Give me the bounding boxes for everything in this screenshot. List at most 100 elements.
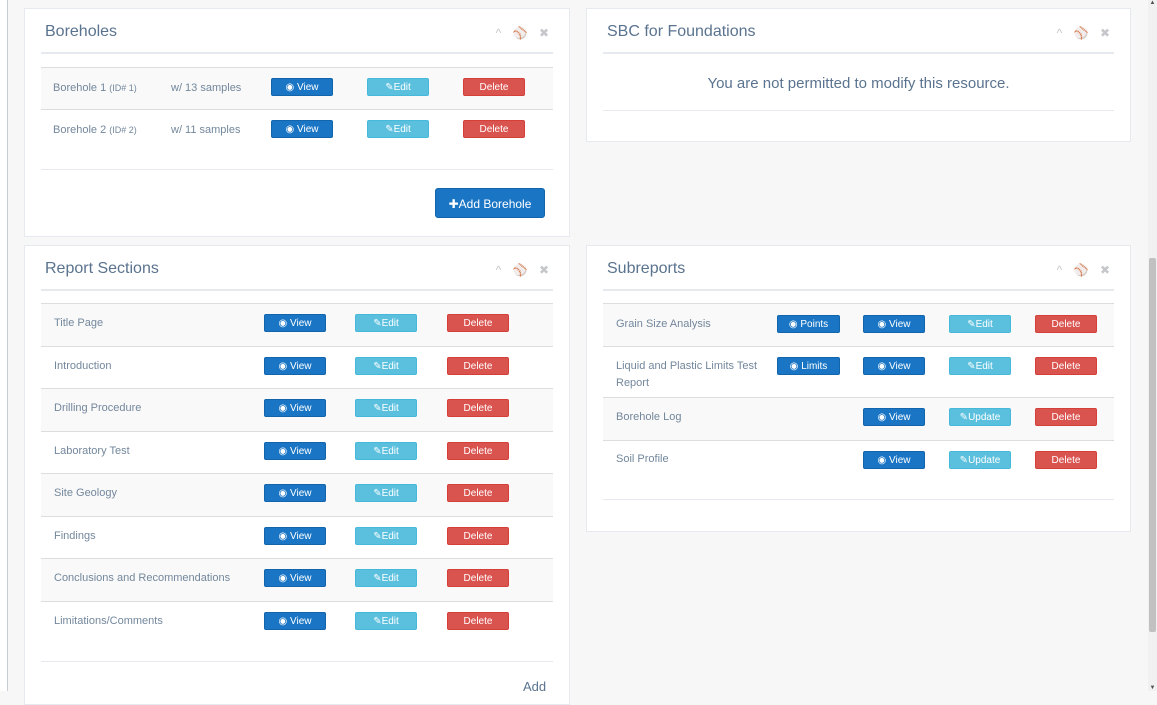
delete-button[interactable]: Delete [447,569,509,587]
edit-button[interactable]: ✎Edit [355,484,417,502]
table-row: Soil Profile ◉ View ✎Update Delete [603,440,1114,483]
wrench-icon[interactable]: ⚾ [1074,263,1093,277]
view-button[interactable]: ◉ View [264,526,326,545]
view-button[interactable]: ◉ View [264,356,326,375]
edit-button[interactable]: ✎Edit [355,611,417,630]
section-name: Introduction [54,359,112,372]
chevron-up-icon[interactable]: ^ [496,26,506,40]
close-icon[interactable]: ✖ [539,263,553,277]
update-button[interactable]: ✎Update [949,408,1011,426]
delete-button[interactable]: Delete [447,441,509,460]
chevron-up-icon[interactable]: ^ [1057,26,1067,40]
delete-button[interactable]: Delete [463,78,525,96]
eye-icon: ◉ [789,361,799,372]
section-name: Conclusions and Recommendations [54,572,231,584]
edit-button[interactable]: ✎Edit [949,357,1011,375]
pencil-icon: ✎ [373,403,382,414]
delete-button[interactable]: Delete [447,399,509,417]
view-button[interactable]: ◉ View [863,451,925,469]
scroll-down-icon[interactable]: ▼ [1149,685,1156,691]
window-left-edge [0,0,8,691]
report-sections-panel: Report Sections ^ ⚾ ✖ Title Page ◉ View ✎E… [24,245,570,705]
view-button[interactable]: ◉ View [264,611,326,630]
panel-divider [41,289,553,291]
table-row: Laboratory Test ◉ View ✎Edit Delete [41,430,553,474]
add-section-link[interactable]: Add [523,679,546,694]
eye-icon: ◉ [278,360,288,372]
edit-button[interactable]: ✎Edit [355,526,417,545]
wrench-icon[interactable]: ⚾ [513,263,532,277]
edit-button[interactable]: ✎Edit [355,314,417,332]
edit-button[interactable]: ✎Edit [355,399,417,417]
edit-button[interactable]: ✎Edit [367,78,429,96]
scrollbar-thumb[interactable] [1149,258,1156,632]
delete-button[interactable]: Delete [1035,451,1097,469]
report-sections-title: Report Sections [45,260,159,277]
table-row: Limitations/Comments ◉ View ✎Edit Delete [41,600,553,644]
edit-button[interactable]: ✎Edit [355,356,417,375]
wrench-icon[interactable]: ⚾ [513,26,532,40]
pencil-icon: ✎ [373,530,382,542]
panel-tools: ^ ⚾ ✖ [496,26,553,40]
table-row: Site Geology ◉ View ✎Edit Delete [41,473,553,516]
eye-icon: ◉ [877,319,887,330]
borehole-id: (ID# 1) [109,83,137,93]
scrollbar[interactable]: ▲ ▼ [1148,0,1157,691]
table-row: Borehole Log ◉ View ✎Update Delete [603,397,1114,440]
eye-icon: ◉ [877,412,887,423]
view-button[interactable]: ◉ View [264,314,326,332]
pencil-icon: ✎ [959,412,969,423]
delete-button[interactable]: Delete [447,484,509,502]
delete-button[interactable]: Delete [447,611,509,630]
view-button[interactable]: ◉ View [863,315,925,333]
eye-icon: ◉ [278,445,288,457]
eye-icon: ◉ [877,455,887,466]
delete-button[interactable]: Delete [447,356,509,375]
delete-button[interactable]: Delete [1035,357,1097,375]
update-button[interactable]: ✎Update [949,451,1011,469]
panel-bottom-rule [603,110,1114,111]
delete-button[interactable]: Delete [447,526,509,545]
delete-button[interactable]: Delete [463,120,525,138]
panel-tools: ^ ⚾ ✖ [1057,26,1114,40]
scroll-up-icon[interactable]: ▲ [1149,0,1156,6]
delete-button[interactable]: Delete [1035,315,1097,333]
view-button[interactable]: ◉ View [863,408,925,426]
pencil-icon: ✎ [373,360,382,372]
wrench-icon[interactable]: ⚾ [1074,26,1093,40]
panel-divider [603,289,1114,291]
panel-tools: ^ ⚾ ✖ [1057,263,1114,277]
eye-icon: ◉ [788,319,798,330]
close-icon[interactable]: ✖ [1100,263,1114,277]
eye-icon: ◉ [285,124,295,135]
view-button[interactable]: ◉ View [271,78,333,96]
panel-tools: ^ ⚾ ✖ [496,263,553,277]
view-button[interactable]: ◉ View [264,484,326,502]
points-button[interactable]: ◉ Points [777,315,840,333]
edit-button[interactable]: ✎Edit [355,569,417,587]
add-borehole-button[interactable]: ✚Add Borehole [435,188,545,218]
chevron-up-icon[interactable]: ^ [496,263,506,277]
limits-button[interactable]: ◉ Limits [777,357,840,375]
edit-button[interactable]: ✎Edit [949,315,1011,333]
view-button[interactable]: ◉ View [264,569,326,587]
close-icon[interactable]: ✖ [1100,26,1114,40]
pencil-icon: ✎ [385,82,394,93]
view-button[interactable]: ◉ View [271,120,333,138]
borehole-samples: w/ 11 samples [171,124,241,136]
section-name: Laboratory Test [54,444,130,457]
table-row: Introduction ◉ View ✎Edit Delete [41,345,553,389]
close-icon[interactable]: ✖ [539,26,553,40]
subreports-title: Subreports [607,260,686,277]
delete-button[interactable]: Delete [1035,408,1097,426]
view-button[interactable]: ◉ View [863,357,925,375]
chevron-up-icon[interactable]: ^ [1057,263,1067,277]
delete-button[interactable]: Delete [447,314,509,332]
sbc-panel: SBC for Foundations ^ ⚾ ✖ You are not pe… [586,8,1131,142]
subreport-name: Borehole Log [616,411,682,423]
view-button[interactable]: ◉ View [264,441,326,460]
edit-button[interactable]: ✎Edit [355,441,417,460]
edit-button[interactable]: ✎Edit [367,120,429,138]
view-button[interactable]: ◉ View [264,399,326,417]
subreport-name-line2: Report [616,377,650,389]
